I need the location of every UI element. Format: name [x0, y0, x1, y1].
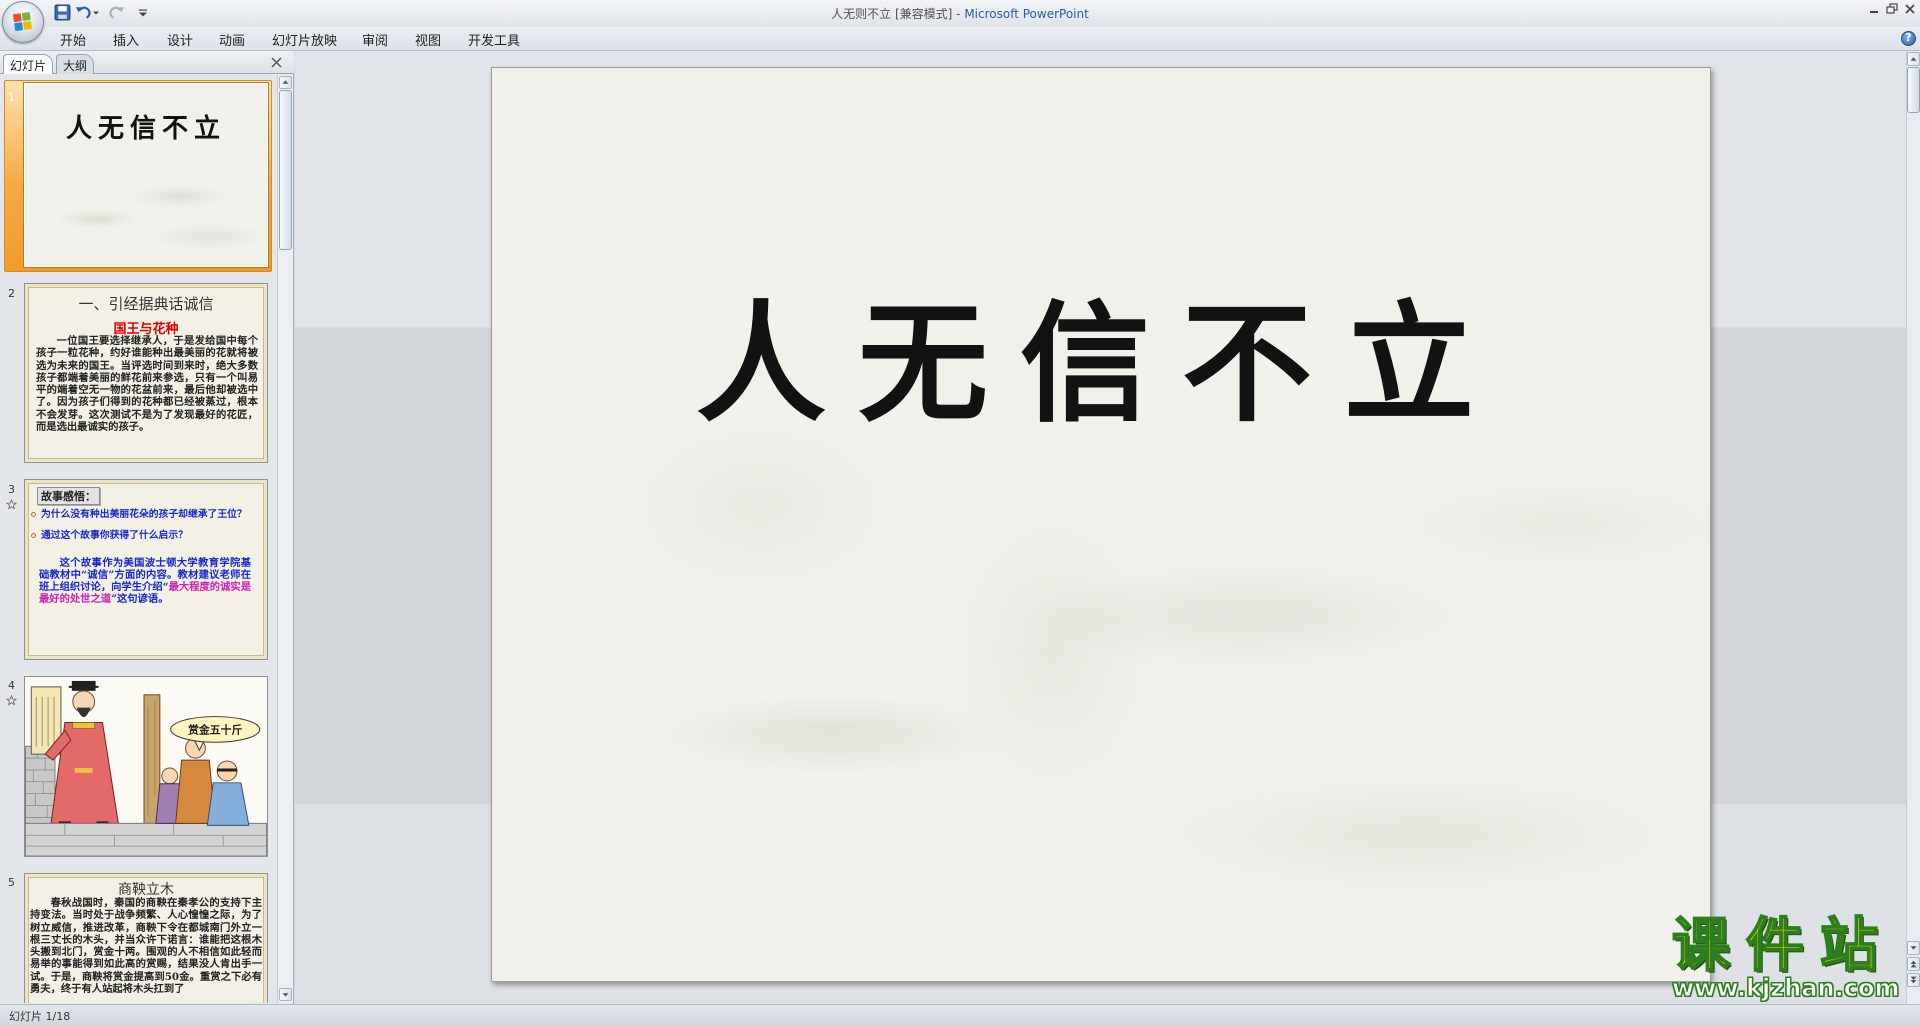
thumbnail-heading: 商鞅立木: [118, 882, 174, 898]
title-bar: 人无则不立 [兼容模式] - Microsoft PowerPoint: [0, 0, 1920, 27]
minimize-icon[interactable]: [1866, 2, 1882, 16]
thumbnail-body: 一位国王要选择继承人，于是发给国中每个孩子一粒花种，约好谁能种出最美丽的花就将被…: [36, 335, 258, 434]
bullet-marker-icon: [31, 511, 36, 517]
restore-icon[interactable]: [1884, 2, 1900, 16]
tab-outline[interactable]: 大纲: [56, 54, 95, 74]
thumbnail-heading: 故事感悟：: [37, 487, 100, 505]
thumbnail-title: 人无信不立: [65, 114, 226, 144]
body-text: ”这句谚语。: [111, 593, 169, 605]
current-slide[interactable]: 人无信不立: [491, 67, 1711, 982]
redo-icon[interactable]: [108, 4, 125, 21]
office-button[interactable]: [2, 1, 44, 43]
tab-animations[interactable]: 动画: [219, 30, 245, 49]
thumbnail-bullet: 通过这个故事你获得了什么启示？: [31, 527, 267, 541]
slide-number: 5: [8, 876, 15, 889]
tab-slides[interactable]: 幻灯片: [3, 54, 54, 74]
watermark-name: 课件站: [1671, 911, 1895, 979]
tab-developer[interactable]: 开发工具: [468, 30, 520, 49]
scrollbar-thumb[interactable]: [279, 90, 292, 250]
tab-design[interactable]: 设计: [167, 30, 193, 49]
customize-toolbar-icon[interactable]: [138, 4, 148, 21]
slide-number: 3: [8, 483, 15, 496]
tab-view[interactable]: 视图: [415, 30, 441, 49]
bullet-text: 通过这个故事你获得了什么启示？: [41, 530, 188, 541]
main-vertical-scrollbar[interactable]: [1906, 51, 1920, 1004]
cartoon-illustration: 赏金五十斤: [25, 677, 267, 856]
slide-number: 2: [8, 287, 15, 300]
undo-icon[interactable]: [75, 4, 92, 21]
scroll-up-icon[interactable]: [279, 76, 292, 89]
office-logo-icon: [12, 11, 33, 32]
tab-review[interactable]: 审阅: [362, 30, 388, 49]
watermark-logo: 课件站 www.kjzhan.com: [1668, 911, 1906, 1004]
scroll-down-icon[interactable]: [279, 988, 292, 1001]
undo-dropdown-icon[interactable]: [92, 4, 100, 21]
speech-bubble-text: 赏金五十斤: [188, 722, 242, 736]
slide-title[interactable]: 人无信不立: [492, 294, 1710, 434]
slide-thumbnail-3[interactable]: 故事感悟： 为什么没有种出美丽花朵的孩子却继承了王位？ 通过这个故事你获得了什么…: [24, 479, 268, 660]
cartoon-platform: [25, 822, 267, 856]
app-name: Microsoft PowerPoint: [964, 7, 1089, 21]
thumbnail-bullet: 为什么没有种出美丽花朵的孩子却继承了王位？: [31, 506, 267, 520]
tab-slide-show[interactable]: 幻灯片放映: [272, 30, 337, 49]
ribbon-tab-bar: 开始 插入 设计 动画 幻灯片放映 审阅 视图 开发工具: [0, 27, 1920, 51]
scroll-up-icon[interactable]: [1907, 52, 1920, 66]
bullet-text: 为什么没有种出美丽花朵的孩子却继承了王位？: [41, 509, 247, 520]
tab-insert[interactable]: 插入: [113, 30, 139, 49]
watermark-url: www.kjzhan.com: [1671, 974, 1900, 1003]
star-icon: [6, 695, 17, 706]
slide-thumbnail-2[interactable]: 一、引经据典话诚信 国王与花种 一位国王要选择继承人，于是发给国中每个孩子一粒花…: [24, 283, 268, 463]
status-bar: 幻灯片 1/18: [0, 1004, 1920, 1025]
document-title: 人无则不立 [兼容模式]: [831, 7, 953, 21]
thumbnail-heading: 一、引经据典话诚信: [78, 295, 214, 313]
star-icon: [6, 499, 17, 510]
slides-pane-scrollbar[interactable]: [277, 75, 293, 1003]
slide-thumbnail-4[interactable]: 赏金五十斤: [24, 676, 268, 857]
slide-thumbnail-1[interactable]: 人无信不立: [23, 82, 269, 268]
close-pane-icon[interactable]: [270, 56, 283, 69]
thumbnail-body: 春秋战国时，秦国的商鞅在秦孝公的支持下主持变法。当时处于战争频繁、人心惶惶之际，…: [30, 897, 262, 996]
slides-pane: 幻灯片 大纲 1 人无信不立 2 一、引经据典话诚信 国王与花种 一位国王要选择…: [0, 51, 294, 1004]
window-title: 人无则不立 [兼容模式] - Microsoft PowerPoint: [0, 5, 1920, 22]
bullet-marker-icon: [31, 532, 36, 538]
title-separator: -: [952, 7, 965, 21]
tab-home[interactable]: 开始: [60, 30, 86, 49]
slide-indicator: 幻灯片 1/18: [9, 1010, 71, 1023]
save-icon[interactable]: [54, 4, 71, 21]
pane-tab-strip: 幻灯片 大纲: [0, 51, 294, 74]
thumbnail-body: 这个故事作为美国波士顿大学教育学院基础教材中“诚信”方面的内容。教材建议老师在班…: [39, 557, 251, 605]
slide-thumbnail-list: 1 人无信不立 2 一、引经据典话诚信 国王与花种 一位国王要选择继承人，于是发…: [0, 75, 277, 1003]
slide-number: 4: [8, 679, 15, 692]
help-icon[interactable]: [1901, 31, 1916, 46]
slide-thumbnail-5[interactable]: 商鞅立木 春秋战国时，秦国的商鞅在秦孝公的支持下主持变法。当时处于战争频繁、人心…: [24, 873, 268, 1003]
scroll-down-icon[interactable]: [1907, 941, 1920, 955]
close-icon[interactable]: [1902, 2, 1918, 16]
slide-number: 1: [8, 91, 15, 104]
next-slide-icon[interactable]: [1907, 973, 1920, 987]
scrollbar-thumb[interactable]: [1907, 67, 1920, 113]
previous-slide-icon[interactable]: [1907, 957, 1920, 971]
